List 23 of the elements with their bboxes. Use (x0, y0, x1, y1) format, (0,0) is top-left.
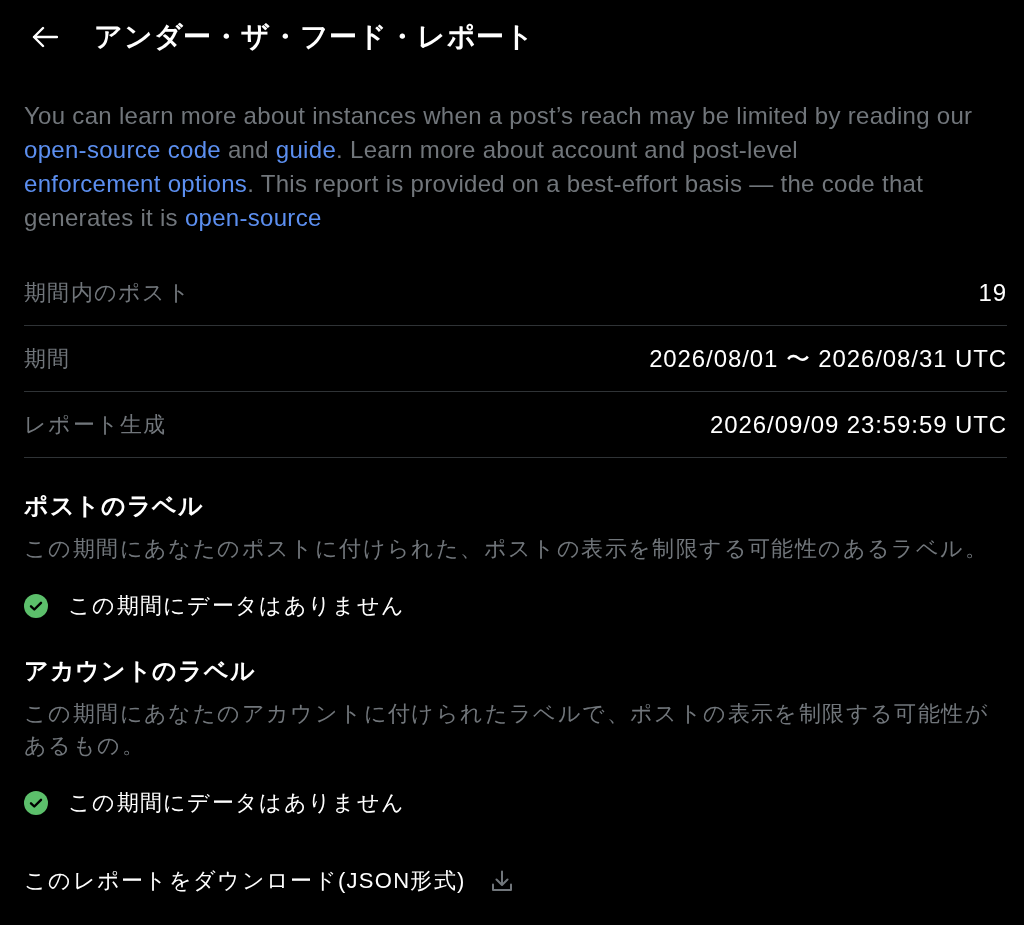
summary-value: 19 (978, 278, 1007, 307)
back-arrow-icon[interactable] (32, 26, 58, 48)
summary-value: 2026/08/01 〜 2026/08/31 UTC (649, 343, 1007, 374)
intro-paragraph: You can learn more about instances when a post’s reach may be limited by reading our open-source code and guide. Learn more about account and post-level enforcement options. This report is provided on a best-effort basis — the code that generates it is open-source (24, 101, 974, 233)
status-message: この期間にデータはありません (68, 789, 406, 817)
page-title: アンダー・ザ・フード・レポート (94, 20, 535, 54)
summary-value: 2026/09/09 23:59:59 UTC (710, 410, 1007, 439)
section-description: この期間にあなたのポストに付けられた、ポストの表示を制限する可能性のあるラベル。 (24, 535, 989, 563)
check-circle-icon (24, 594, 48, 618)
link[interactable]: open-source (184, 204, 322, 231)
summary-label: 期間 (24, 344, 71, 373)
section-heading: アカウントのラベル (24, 656, 257, 686)
link[interactable]: guide (275, 136, 337, 163)
link[interactable]: enforcement options (24, 170, 248, 197)
link[interactable]: open-source code (24, 136, 221, 163)
download-link[interactable]: このレポートをダウンロード(JSON形式) (24, 866, 466, 896)
summary-label: レポート生成 (24, 410, 167, 439)
section-description: この期間にあなたのアカウントに付けられたラベルで、ポストの表示を制限する可能性があるもの。 (24, 700, 990, 760)
download-icon[interactable] (489, 869, 514, 893)
status-message: この期間にデータはありません (68, 592, 406, 620)
check-circle-icon (24, 791, 48, 815)
section-heading: ポストのラベル (24, 491, 205, 521)
summary-label: 期間内のポスト (24, 278, 192, 307)
